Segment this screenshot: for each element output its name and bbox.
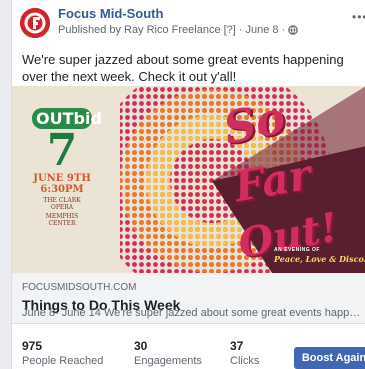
post-meta: Published by Ray Rico Freelance [?] · Ju…	[58, 24, 299, 36]
post-header: Focus Mid-South Published by Ray Rico Fr…	[12, 0, 365, 38]
author-link[interactable]: Ray Rico Freelance	[124, 24, 221, 36]
poster-tagline: Peace, Love & Disco.	[274, 254, 365, 264]
help-marker[interactable]: [?]	[224, 24, 236, 36]
event-image[interactable]: OUTbid 7 JUNE 9TH 6:30PM THE CLARK OPERA…	[12, 86, 365, 273]
meta-separator: ·	[238, 24, 243, 36]
link-description: June 8- June 14 We're super jazzed about…	[22, 307, 364, 319]
event-date: JUNE 9TH	[33, 173, 91, 184]
stat-label: Engagements	[134, 355, 202, 367]
page-name[interactable]: Focus Mid-South	[58, 6, 163, 21]
post-text: We're super jazzed about some great even…	[22, 52, 344, 84]
stat-value: 30	[134, 339, 148, 353]
post-insights: 975 People Reached 30 Engagements 37 Cli…	[12, 329, 365, 369]
event-details: OUTbid 7 JUNE 9TH 6:30PM THE CLARK OPERA…	[32, 108, 102, 227]
event-time: 6:30PM	[40, 184, 84, 195]
event-day: 7	[46, 125, 78, 176]
page-avatar[interactable]	[20, 8, 50, 38]
post-card: Focus Mid-South Published by Ray Rico Fr…	[11, 0, 365, 369]
post-date[interactable]: June 8	[246, 24, 279, 36]
globe-icon	[288, 25, 299, 35]
link-domain: FOCUSMIDSOUTH.COM	[22, 282, 137, 293]
stat-value: 37	[230, 339, 244, 353]
stat-clicks[interactable]: 37 Clicks	[230, 339, 259, 367]
more-options-icon[interactable]: •••	[352, 10, 365, 24]
stat-value: 975	[22, 339, 43, 353]
stat-reached[interactable]: 975 People Reached	[22, 339, 103, 367]
stat-label: Clicks	[230, 355, 260, 367]
published-prefix: Published by	[58, 24, 121, 36]
event-venue-2: MEMPHIS CENTER	[45, 213, 79, 227]
stat-engagements[interactable]: 30 Engagements	[134, 339, 202, 367]
boost-again-button[interactable]: Boost Again	[294, 347, 365, 369]
evening-line: AN EVENING OF	[274, 247, 320, 253]
meta-separator-2: ·	[281, 24, 286, 36]
focus-logo-icon	[20, 8, 50, 38]
stat-label: People Reached	[22, 355, 104, 367]
event-venue-1: THE CLARK OPERA	[43, 197, 81, 211]
